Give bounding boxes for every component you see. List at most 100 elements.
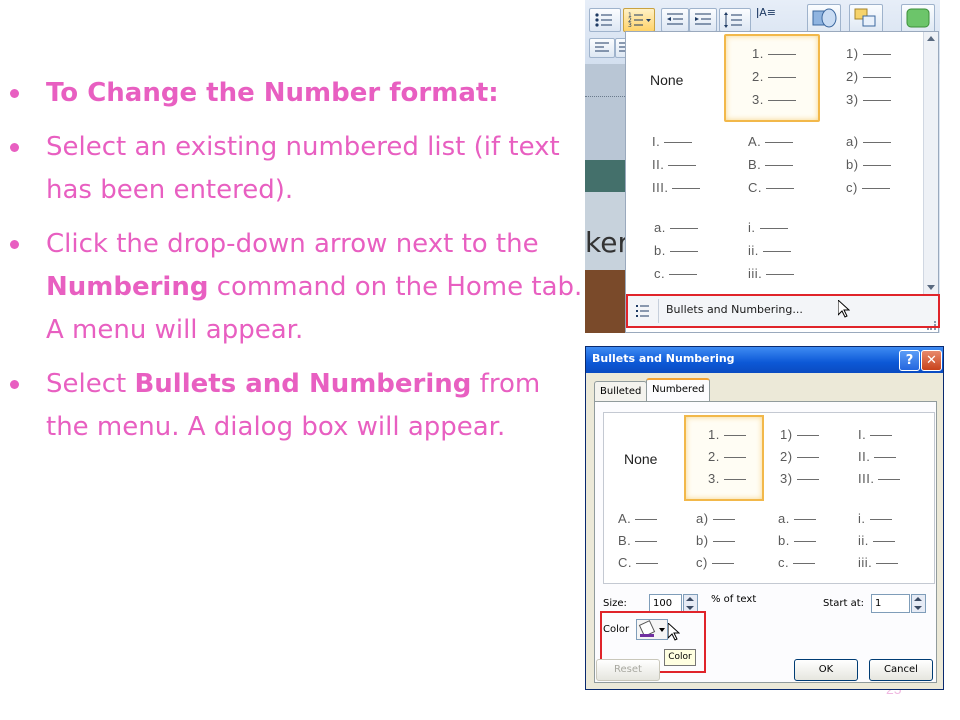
shapes-button[interactable] <box>807 4 841 34</box>
numbering-option-upper-roman[interactable]: I. II. III. <box>632 122 724 206</box>
start-at-input[interactable]: 1 <box>871 594 910 613</box>
numbering-gallery-screenshot: 123 ǀA≡ ker None 1. 2. 3. 1) 2) 3) I. II… <box>585 0 940 333</box>
list-marker: B. <box>748 157 762 172</box>
bullet-text: Select an existing numbered list (if tex… <box>46 132 560 205</box>
list-marker: iii. <box>748 266 763 281</box>
bullets-icon <box>595 13 612 27</box>
style-option-lower-roman[interactable]: i. ii. iii. <box>852 501 928 583</box>
list-marker: b) <box>696 533 709 548</box>
list-marker: c) <box>846 180 858 195</box>
svg-text:3: 3 <box>628 22 632 29</box>
bullet-dot <box>10 89 19 98</box>
list-marker: A. <box>618 511 632 526</box>
numbering-option-lower-roman[interactable]: i. ii. iii. <box>724 208 816 292</box>
list-marker: i. <box>748 220 756 235</box>
numbering-style-grid: None 1. 2. 3. 1) 2) 3) I. II. III. A. B.… <box>603 412 935 584</box>
numbering-option-none[interactable]: None <box>632 34 724 118</box>
style-option-lower-alpha-paren[interactable]: a) b) c) <box>688 501 764 583</box>
style-option-upper-alpha[interactable]: A. B. C. <box>606 501 682 583</box>
bullet-text: To Change the Number format: <box>46 78 499 108</box>
list-marker: 2. <box>752 69 764 84</box>
spin-up-icon <box>686 597 694 601</box>
close-button[interactable]: ✕ <box>921 350 942 371</box>
list-marker: B. <box>618 533 632 548</box>
gallery-scrollbar[interactable] <box>923 32 938 294</box>
slide-fragment-text: ker <box>585 226 629 259</box>
list-marker: 1) <box>846 46 859 61</box>
bullet-select-menu: Select Bullets and Numbering from the me… <box>8 363 588 449</box>
bullet-text-bold: Numbering <box>46 272 209 302</box>
spin-up-icon <box>914 597 922 601</box>
bullets-button[interactable] <box>589 8 621 32</box>
numbering-option-lower-alpha[interactable]: a. b. c. <box>632 208 724 292</box>
none-label: None <box>650 72 684 88</box>
tab-numbered[interactable]: Numbered <box>646 378 711 402</box>
start-at-spinner[interactable] <box>911 594 926 613</box>
tab-bulleted[interactable]: Bulleted <box>594 381 648 402</box>
align-left-button[interactable] <box>589 38 615 58</box>
bullet-heading: To Change the Number format: <box>8 72 588 115</box>
list-marker: 1) <box>780 427 793 442</box>
list-marker: a. <box>654 220 666 235</box>
list-marker: II. <box>858 449 871 464</box>
bullet-dot <box>10 240 19 249</box>
list-marker: I. <box>858 427 867 442</box>
list-marker: ii. <box>858 533 869 548</box>
increase-indent-icon <box>695 13 711 25</box>
list-marker: 3) <box>780 471 793 486</box>
list-marker: C. <box>748 180 762 195</box>
list-marker: b. <box>654 243 666 258</box>
list-marker: a) <box>696 511 709 526</box>
dialog-titlebar[interactable]: Bullets and Numbering ? ✕ <box>586 347 943 373</box>
style-option-decimal-period[interactable]: 1. 2. 3. <box>684 415 764 501</box>
text-direction-button[interactable]: ǀA≡ <box>753 2 779 24</box>
list-marker: 3. <box>708 471 720 486</box>
numbering-button[interactable]: 123 <box>623 8 655 32</box>
decrease-indent-button[interactable] <box>661 8 689 32</box>
bullet-select-list: Select an existing numbered list (if tex… <box>8 126 588 212</box>
bulleted-list-icon <box>636 305 649 317</box>
help-button[interactable]: ? <box>899 350 920 371</box>
bullet-dot <box>10 380 19 389</box>
list-marker: C. <box>618 555 632 570</box>
list-marker: 1. <box>752 46 764 61</box>
numbering-icon: 123 <box>628 12 651 29</box>
list-marker: b. <box>778 533 790 548</box>
bullets-and-numbering-menu-item[interactable]: Bullets and Numbering... <box>626 294 940 328</box>
shapes-icon <box>812 8 837 28</box>
numbering-option-lower-alpha-paren[interactable]: a) b) c) <box>822 122 914 206</box>
spin-down-icon <box>686 606 694 610</box>
arrange-button[interactable] <box>849 4 883 34</box>
numbering-option-decimal-paren[interactable]: 1) 2) 3) <box>822 34 914 118</box>
list-marker: c) <box>696 555 708 570</box>
scroll-up-icon <box>927 36 935 41</box>
arrange-icon <box>854 8 876 27</box>
bullet-text-bold: Bullets and Numbering <box>134 369 472 399</box>
style-option-lower-alpha[interactable]: a. b. c. <box>770 501 846 583</box>
increase-indent-button[interactable] <box>689 8 717 32</box>
bullets-and-numbering-label: Bullets and Numbering... <box>666 303 803 316</box>
numbering-option-upper-alpha[interactable]: A. B. C. <box>724 122 816 206</box>
line-spacing-icon <box>724 12 742 28</box>
size-label: Size: <box>603 598 627 609</box>
list-marker: 2) <box>846 69 859 84</box>
quick-styles-button[interactable] <box>901 4 935 34</box>
list-marker: III. <box>858 471 875 486</box>
list-marker: III. <box>652 180 669 195</box>
start-at-label: Start at: <box>823 598 865 609</box>
line-spacing-button[interactable] <box>719 8 751 32</box>
list-marker: A. <box>748 134 762 149</box>
list-marker: II. <box>652 157 665 172</box>
style-option-upper-roman[interactable]: I. II. III. <box>852 415 928 497</box>
list-marker: 2. <box>708 449 720 464</box>
align-left-icon <box>595 42 609 52</box>
numbering-option-decimal-period[interactable]: 1. 2. 3. <box>724 34 820 122</box>
style-option-none[interactable]: None <box>606 415 682 497</box>
reset-button[interactable]: Reset <box>596 659 660 681</box>
style-option-decimal-paren[interactable]: 1) 2) 3) <box>774 415 850 497</box>
cancel-button[interactable]: Cancel <box>869 659 933 681</box>
ok-button[interactable]: OK <box>794 659 858 681</box>
dialog-title: Bullets and Numbering <box>592 352 735 365</box>
resize-grip-icon[interactable] <box>927 321 936 330</box>
bullet-dot <box>10 143 19 152</box>
